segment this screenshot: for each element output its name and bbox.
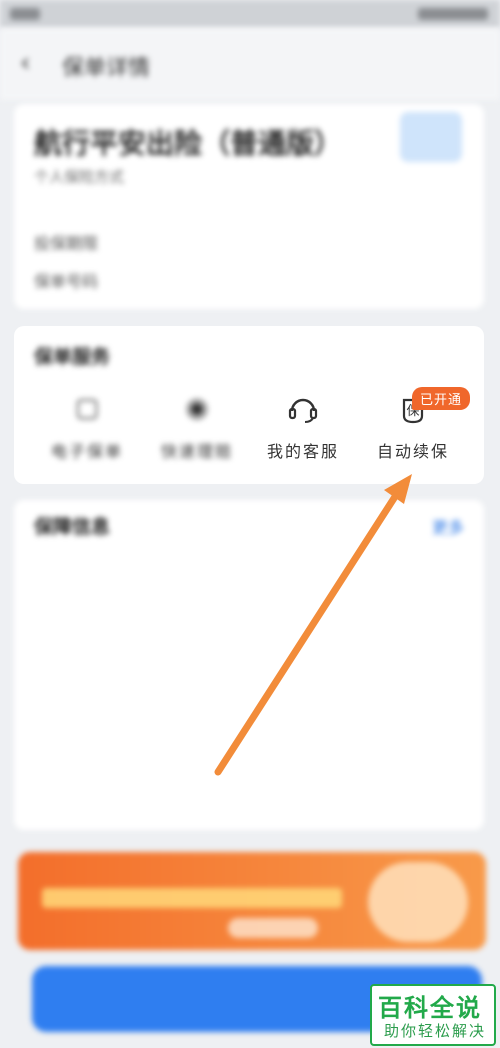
time-indicator [10, 8, 40, 20]
banner-illustration [368, 862, 468, 942]
coverage-title: 保障信息 [34, 516, 111, 538]
policy-subtitle: 个人保险方式 [34, 168, 125, 186]
watermark-slogan: 助你轻松解决 [384, 1022, 487, 1040]
policy-name: 航行平安出险（普通版） [34, 127, 343, 160]
more-link[interactable]: 更多 [432, 514, 464, 538]
service-title: 保单服务 [34, 346, 111, 368]
info-row [34, 764, 464, 788]
info-row [34, 562, 464, 586]
edit-icon[interactable] [400, 112, 462, 162]
info-row [34, 702, 464, 726]
coverage-info-card: 保障信息 更多 [14, 500, 484, 830]
info-row [34, 662, 464, 686]
info-row [34, 600, 464, 624]
policy-row: 投保期限 [34, 230, 464, 256]
top-nav: ‹ 保单详情 [0, 28, 500, 100]
info-row [34, 800, 464, 824]
promo-banner[interactable] [18, 852, 486, 950]
watermark-brand: 百科全说 [378, 994, 482, 1022]
watermark-logo: 百科全说 助你轻松解决 [370, 984, 496, 1046]
service-label: 我的客服 [266, 442, 339, 461]
service-quick-claim[interactable]: ◉ 快速理赔 [142, 388, 252, 478]
system-icons [418, 8, 488, 20]
banner-headline [42, 888, 342, 908]
service-customer-support[interactable]: 我的客服 [248, 388, 358, 478]
policy-card: 航行平安出险（普通版） 个人保险方式 投保期限 保单号码 [14, 104, 484, 309]
headset-icon [248, 388, 358, 428]
back-arrow-icon[interactable]: ‹ [20, 48, 30, 78]
banner-cta [228, 918, 318, 938]
status-bar [0, 0, 500, 28]
page-title: 保单详情 [62, 56, 151, 81]
service-label: 快速理赔 [160, 442, 233, 461]
policy-row-key: 投保期限 [34, 234, 99, 253]
service-electronic-policy[interactable]: ▢ 电子保单 [32, 388, 142, 478]
activated-badge: 已开通 [412, 387, 471, 410]
document-icon: ▢ [74, 393, 100, 423]
claim-icon: ◉ [185, 393, 209, 423]
service-label: 电子保单 [50, 442, 123, 461]
policy-row-key: 保单号码 [34, 272, 99, 291]
policy-row: 保单号码 [34, 268, 464, 294]
service-label: 自动续保 [376, 442, 449, 461]
